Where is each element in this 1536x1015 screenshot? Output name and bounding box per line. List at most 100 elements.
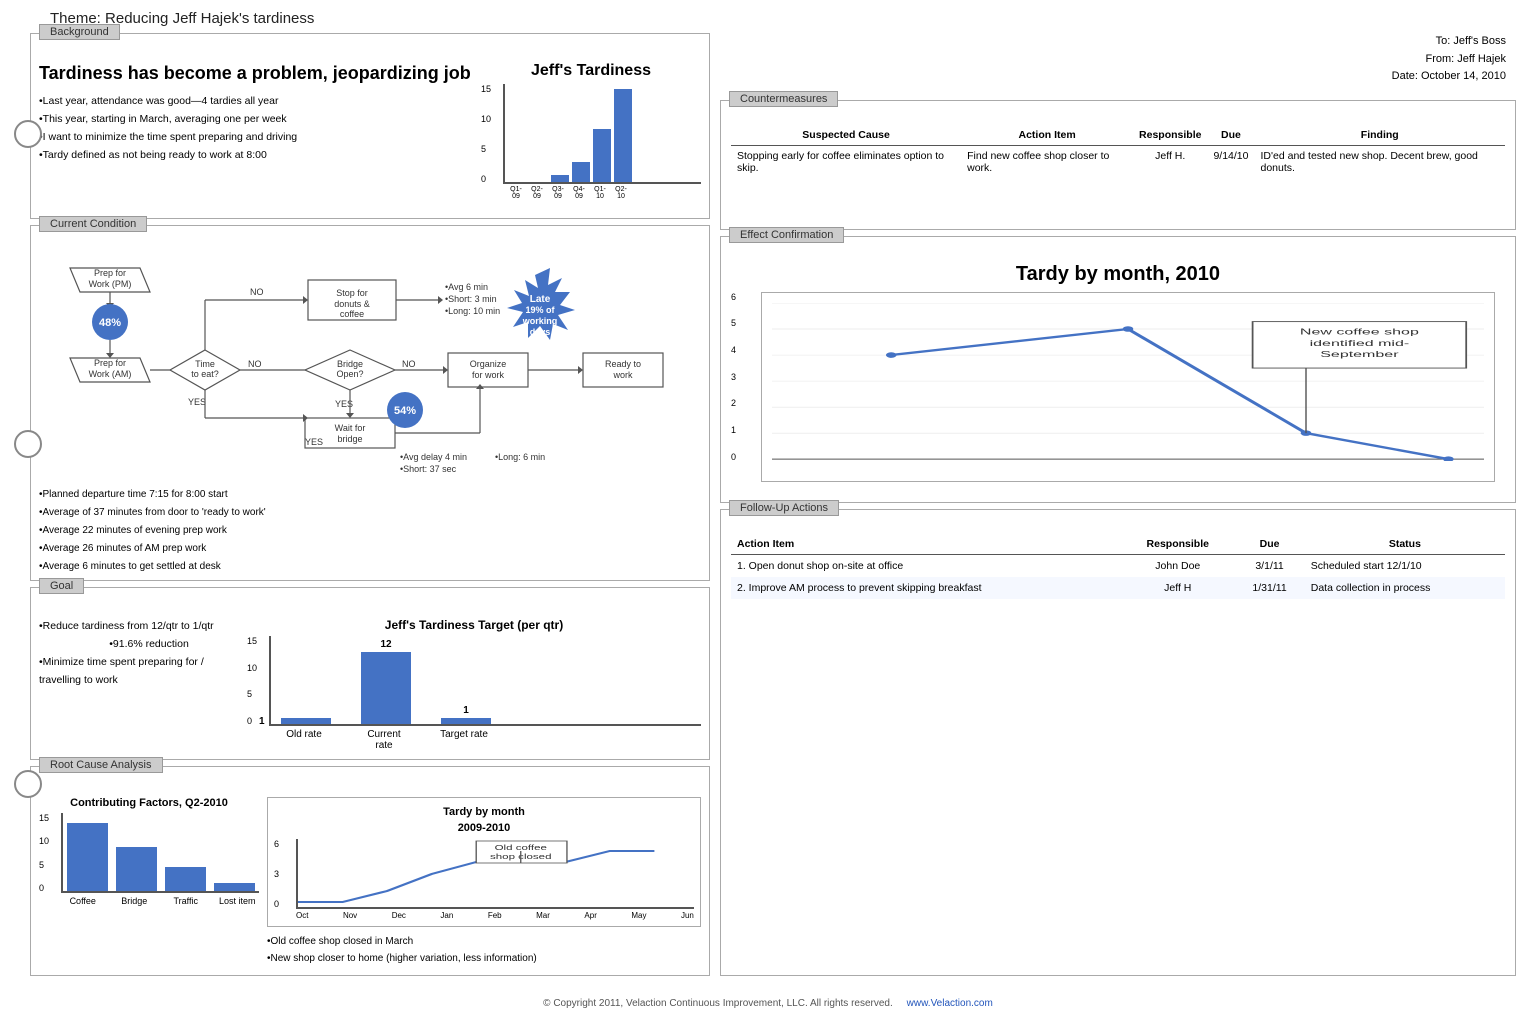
cm-col-cause: Suspected Cause bbox=[731, 125, 961, 146]
follow-up-section: Follow-Up Actions Action Item Responsibl… bbox=[720, 509, 1516, 976]
svg-text:working: working bbox=[522, 316, 558, 326]
svg-text:Ready to: Ready to bbox=[605, 359, 641, 369]
target-chart: Jeff's Tardiness Target (per qtr) 15 10 … bbox=[247, 618, 701, 751]
fu-due-1: 3/1/11 bbox=[1234, 554, 1304, 577]
tardiness-chart: Jeff's Tardiness 15 10 5 0 bbox=[481, 62, 701, 210]
goal-y-0: 0 bbox=[247, 716, 257, 726]
bar-current bbox=[361, 652, 411, 724]
tardiness-chart-title: Jeff's Tardiness bbox=[481, 62, 701, 80]
cm-responsible-1: Jeff H. bbox=[1133, 145, 1207, 178]
x-label-5: Q2-10 bbox=[612, 186, 630, 200]
mini-x-jan: Jan bbox=[440, 911, 453, 920]
cm-col-responsible: Responsible bbox=[1133, 125, 1207, 146]
cm-col-due: Due bbox=[1207, 125, 1254, 146]
cl-bridge: Bridge bbox=[113, 896, 157, 906]
flowchart: Prep for Work (PM) 48% Prep for bbox=[39, 250, 701, 480]
mini-y-6: 6 bbox=[274, 839, 279, 849]
effect-chart-area: 6 5 4 3 2 1 0 bbox=[731, 292, 1505, 492]
eff-y-6: 6 bbox=[731, 292, 736, 302]
footer-link[interactable]: www.Velaction.com bbox=[907, 998, 993, 1009]
eff-y-1: 1 bbox=[731, 425, 736, 435]
cm-col-finding: Finding bbox=[1255, 125, 1506, 146]
effect-chart-border: Jul Aug Sep Oct New coffee shop identifi… bbox=[761, 292, 1495, 482]
fu-resp-1: John Doe bbox=[1121, 554, 1234, 577]
right-column: To: Jeff's Boss From: Jeff Hajek Date: O… bbox=[720, 33, 1516, 976]
circle-bullet-2 bbox=[14, 430, 42, 458]
svg-text:September: September bbox=[1320, 349, 1399, 359]
bar-q110 bbox=[593, 129, 611, 182]
bar-target-val: 1 bbox=[463, 705, 469, 716]
root-bullet-2: •New shop closer to home (higher variati… bbox=[267, 950, 701, 967]
effect-label: Effect Confirmation bbox=[729, 227, 844, 243]
fu-col-action: Action Item bbox=[731, 534, 1121, 555]
svg-text:54%: 54% bbox=[394, 405, 416, 417]
svg-text:•Short: 3 min: •Short: 3 min bbox=[445, 294, 497, 304]
cc-bullet-5: •Average 6 minutes to get settled at des… bbox=[39, 558, 701, 576]
current-condition-label: Current Condition bbox=[39, 216, 147, 232]
fu-action-2: 2. Improve AM process to prevent skippin… bbox=[731, 577, 1121, 599]
memo-header: To: Jeff's Boss From: Jeff Hajek Date: O… bbox=[720, 33, 1516, 94]
memo-to: To: Jeff's Boss bbox=[720, 33, 1506, 51]
bar-current-val: 12 bbox=[380, 639, 391, 650]
mini-x-dec: Dec bbox=[392, 911, 406, 920]
background-bullets: •Last year, attendance was good—4 tardie… bbox=[39, 93, 473, 164]
svg-text:coffee: coffee bbox=[340, 309, 364, 319]
mini-x-oct: Oct bbox=[296, 911, 308, 920]
fu-status-2: Data collection in process bbox=[1305, 577, 1505, 599]
cm-row-1: Stopping early for coffee eliminates opt… bbox=[731, 145, 1505, 178]
x-label-2: Q3-09 bbox=[549, 186, 567, 200]
eff-y-2: 2 bbox=[731, 398, 736, 408]
contributing-factors-chart: Contributing Factors, Q2-2010 15 10 5 0 bbox=[39, 797, 259, 967]
countermeasures-section: Countermeasures Suspected Cause Action I… bbox=[720, 100, 1516, 230]
mini-chart-area: Old coffee shop closed bbox=[296, 839, 694, 909]
bar-q210 bbox=[614, 89, 632, 182]
svg-text:48%: 48% bbox=[99, 317, 121, 329]
circle-bullet-1 bbox=[14, 120, 42, 148]
svg-text:Bridge: Bridge bbox=[337, 359, 363, 369]
effect-confirmation-section: Effect Confirmation Tardy by month, 2010… bbox=[720, 236, 1516, 503]
y-label-15: 15 bbox=[481, 84, 491, 94]
svg-text:Work (AM): Work (AM) bbox=[89, 369, 132, 379]
cc-bullet-4: •Average 26 minutes of AM prep work bbox=[39, 540, 701, 558]
mini-y-0: 0 bbox=[274, 899, 279, 909]
x-label-0: Q1-09 bbox=[507, 186, 525, 200]
svg-text:bridge: bridge bbox=[337, 434, 362, 444]
mini-x-apr: Apr bbox=[584, 911, 596, 920]
goal-y-15: 15 bbox=[247, 636, 257, 646]
mini-x-mar: Mar bbox=[536, 911, 550, 920]
background-label: Background bbox=[39, 24, 120, 40]
old-rate-val: 1 bbox=[259, 716, 265, 727]
svg-text:19% of: 19% of bbox=[525, 305, 555, 315]
x-label-4: Q1-10 bbox=[591, 186, 609, 200]
goal-bullet-1: •Reduce tardiness from 12/qtr to 1/qtr bbox=[39, 618, 239, 636]
bar-target bbox=[441, 718, 491, 724]
eff-y-0: 0 bbox=[731, 452, 736, 462]
contrib-coffee bbox=[67, 823, 108, 891]
effect-chart-title: Tardy by month, 2010 bbox=[731, 263, 1505, 286]
footer: © Copyright 2011, Velaction Continuous I… bbox=[0, 992, 1536, 1015]
goal-y-10: 10 bbox=[247, 663, 257, 673]
fu-action-1: 1. Open donut shop on-site at office bbox=[731, 554, 1121, 577]
cm-col-action: Action Item bbox=[961, 125, 1133, 146]
svg-text:NO: NO bbox=[248, 359, 262, 369]
svg-text:NO: NO bbox=[250, 287, 264, 297]
svg-text:YES: YES bbox=[188, 397, 206, 407]
svg-text:donuts &: donuts & bbox=[334, 299, 370, 309]
goal-bullet-2: •91.6% reduction bbox=[59, 636, 239, 654]
root-right: Tardy by month 2009-2010 6 3 0 bbox=[267, 797, 701, 967]
root-bullet-1: •Old coffee shop closed in March bbox=[267, 933, 701, 950]
background-section: Background Tardiness has become a proble… bbox=[30, 33, 710, 219]
mini-x-jun: Jun bbox=[681, 911, 694, 920]
svg-text:Prep for: Prep for bbox=[94, 358, 126, 368]
contrib-bridge bbox=[116, 847, 157, 891]
contrib-labels: Coffee Bridge Traffic Lost item bbox=[61, 896, 259, 906]
background-text: Tardiness has become a problem, jeopardi… bbox=[39, 62, 473, 210]
svg-text:days: days bbox=[530, 327, 551, 337]
memo-from: From: Jeff Hajek bbox=[720, 51, 1506, 69]
x-label-3: Q4-09 bbox=[570, 186, 588, 200]
y-label-0: 0 bbox=[481, 174, 491, 184]
svg-text:Old coffee: Old coffee bbox=[495, 844, 547, 852]
svg-text:Wait for: Wait for bbox=[335, 423, 366, 433]
cc-bullet-1: •Planned departure time 7:15 for 8:00 st… bbox=[39, 486, 701, 504]
circle-bullet-3 bbox=[14, 770, 42, 798]
